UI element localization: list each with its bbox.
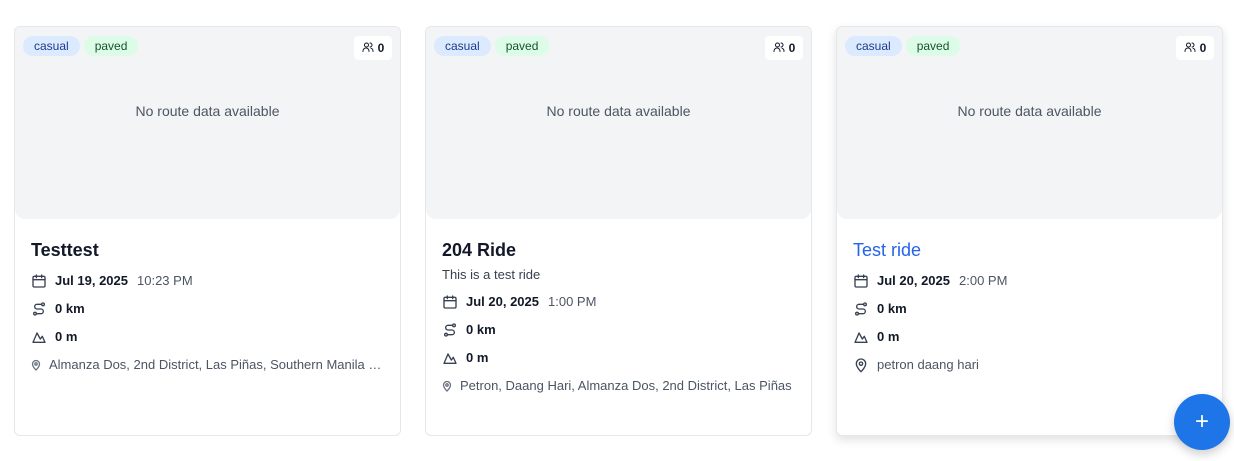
no-route-text: No route data available <box>957 103 1102 119</box>
ride-card[interactable]: casual paved 0 No route data available 2… <box>425 26 812 436</box>
route-map-placeholder: casual paved 0 No route data available <box>426 27 811 219</box>
tag-paved: paved <box>83 36 139 56</box>
tag-list: casual paved <box>434 36 550 56</box>
tag-paved: paved <box>905 36 961 56</box>
card-body: 204 Ride This is a test ride Jul 20, 202… <box>426 219 811 394</box>
card-body: Testtest Jul 19, 2025 10:23 PM 0 km 0 m … <box>15 219 400 373</box>
route-map-placeholder: casual paved 0 No route data available <box>15 27 400 219</box>
ride-distance: 0 km <box>877 301 907 316</box>
ride-date: Jul 19, 2025 <box>55 273 128 288</box>
ride-description: This is a test ride <box>442 267 541 282</box>
route-icon <box>853 301 869 317</box>
users-icon <box>1184 41 1196 56</box>
calendar-icon <box>442 294 458 310</box>
distance-row: 0 km <box>442 322 795 338</box>
ride-time: 2:00 PM <box>959 273 1008 288</box>
no-route-text: No route data available <box>135 103 280 119</box>
add-ride-button[interactable]: + <box>1174 394 1230 450</box>
participants-badge: 0 <box>765 36 803 60</box>
mountain-icon <box>853 329 869 345</box>
calendar-icon <box>31 273 47 289</box>
card-body: Test ride Jul 20, 2025 2:00 PM 0 km 0 m … <box>837 219 1222 373</box>
location-row: Petron, Daang Hari, Almanza Dos, 2nd Dis… <box>442 378 795 394</box>
participants-badge: 0 <box>354 36 392 60</box>
no-route-text: No route data available <box>546 103 691 119</box>
elevation-row: 0 m <box>442 350 795 366</box>
route-map-placeholder: casual paved 0 No route data available <box>837 27 1222 219</box>
ride-title[interactable]: Testtest <box>31 239 384 261</box>
route-icon <box>442 322 458 338</box>
users-icon <box>362 41 374 56</box>
rides-grid: casual paved 0 No route data available T… <box>14 26 1223 436</box>
distance-row: 0 km <box>31 301 384 317</box>
participants-count: 0 <box>1199 41 1207 55</box>
ride-time: 1:00 PM <box>548 294 597 309</box>
date-row: Jul 20, 2025 1:00 PM <box>442 294 795 310</box>
date-row: Jul 20, 2025 2:00 PM <box>853 273 1206 289</box>
tag-list: casual paved <box>845 36 961 56</box>
mountain-icon <box>442 350 458 366</box>
distance-row: 0 km <box>853 301 1206 317</box>
ride-card[interactable]: casual paved 0 No route data available T… <box>14 26 401 436</box>
tag-casual: casual <box>23 36 80 56</box>
tag-casual: casual <box>845 36 902 56</box>
ride-date: Jul 20, 2025 <box>877 273 950 288</box>
ride-title[interactable]: Test ride <box>853 239 1206 261</box>
route-icon <box>31 301 47 317</box>
ride-location: Almanza Dos, 2nd District, Las Piñas, So… <box>49 357 383 372</box>
location-row: petron daang hari <box>853 357 1206 373</box>
ride-time: 10:23 PM <box>137 273 193 288</box>
participants-count: 0 <box>788 41 796 55</box>
participants-badge: 0 <box>1176 36 1214 60</box>
ride-title[interactable]: 204 Ride <box>442 239 795 261</box>
date-row: Jul 19, 2025 10:23 PM <box>31 273 384 289</box>
users-icon <box>773 41 785 56</box>
mountain-icon <box>31 329 47 345</box>
tag-paved: paved <box>494 36 550 56</box>
elevation-row: 0 m <box>31 329 384 345</box>
ride-distance: 0 km <box>466 322 496 337</box>
ride-card[interactable]: casual paved 0 No route data available T… <box>836 26 1223 436</box>
ride-location: petron daang hari <box>877 357 979 372</box>
map-pin-icon <box>853 357 869 373</box>
ride-elevation: 0 m <box>466 350 489 365</box>
tag-list: casual paved <box>23 36 139 56</box>
tag-casual: casual <box>434 36 491 56</box>
ride-elevation: 0 m <box>877 329 900 344</box>
location-row: Almanza Dos, 2nd District, Las Piñas, So… <box>31 357 384 373</box>
ride-date: Jul 20, 2025 <box>466 294 539 309</box>
participants-count: 0 <box>377 41 385 55</box>
plus-icon: + <box>1194 408 1209 435</box>
ride-distance: 0 km <box>55 301 85 316</box>
ride-location: Petron, Daang Hari, Almanza Dos, 2nd Dis… <box>460 378 792 393</box>
map-pin-icon <box>442 380 452 392</box>
ride-elevation: 0 m <box>55 329 78 344</box>
calendar-icon <box>853 273 869 289</box>
map-pin-icon <box>31 359 41 371</box>
elevation-row: 0 m <box>853 329 1206 345</box>
